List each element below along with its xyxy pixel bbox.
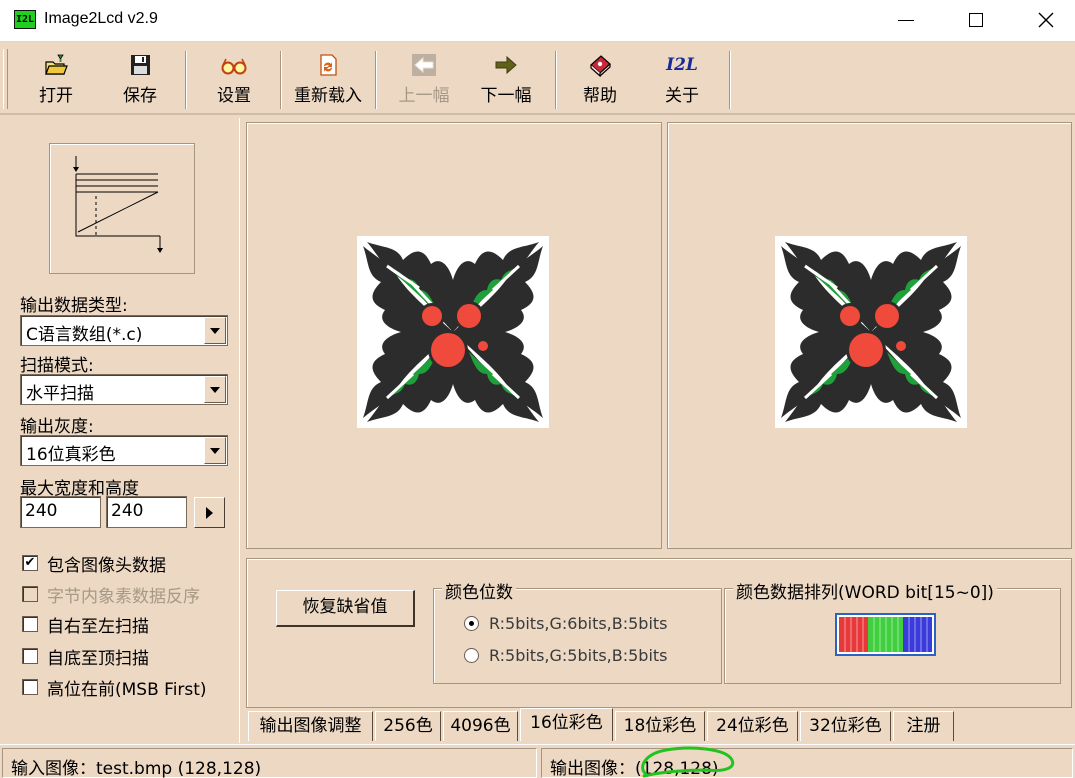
app-logo-icon: I2L — [14, 10, 36, 29]
scan-mode-label: 扫描模式: — [20, 356, 94, 376]
previous-image-label: 上一幅 — [398, 86, 450, 106]
output-type-select[interactable]: C语言数组(*.c) — [20, 315, 228, 346]
previous-image-button[interactable]: 上一幅 — [386, 49, 462, 109]
reload-label: 重新载入 — [294, 86, 362, 106]
window-title: Image2Lcd v2.9 — [44, 10, 158, 27]
toolbar: 打开 保存 设置 重新载入 上一幅 下一幅 帮助 I2L 关于 — [0, 43, 1075, 115]
reverse-pixel-order-label: 字节内象素数据反序 — [47, 586, 200, 607]
output-gray-value: 16位真彩色 — [26, 445, 116, 465]
help-button[interactable]: 帮助 — [564, 49, 636, 109]
input-image-holly — [357, 236, 549, 428]
color-bits-group: 颜色位数 — [433, 578, 722, 684]
save-label: 保存 — [123, 86, 157, 106]
restore-defaults-button[interactable]: 恢复缺省值 — [276, 590, 415, 627]
output-image-status: 输出图像：(128,128) — [541, 748, 1073, 778]
tab-register[interactable]: 注册 — [893, 711, 954, 741]
i2l-logo-icon: I2L — [666, 55, 698, 75]
checkbox-icon[interactable] — [22, 586, 38, 602]
arrow-right-icon — [495, 55, 517, 75]
toolbar-separator — [375, 51, 377, 109]
reverse-pixel-order-checkbox[interactable]: 字节内象素数据反序 — [22, 582, 200, 607]
output-type-value: C语言数组(*.c) — [26, 325, 143, 345]
next-image-button[interactable]: 下一幅 — [468, 49, 544, 109]
checkbox-icon[interactable] — [22, 648, 38, 664]
next-image-label: 下一幅 — [480, 86, 532, 106]
scan-direction-diagram-icon — [73, 156, 163, 253]
settings-button[interactable]: 设置 — [198, 49, 270, 109]
radio-icon[interactable] — [464, 648, 479, 663]
reload-icon — [320, 54, 337, 76]
about-label: 关于 — [665, 86, 699, 106]
settings-label: 设置 — [217, 86, 251, 106]
include-header-checkbox[interactable]: ✔ 包含图像头数据 — [22, 551, 166, 576]
rgb565-bit-layout-icon — [839, 617, 932, 652]
input-image-status: 输入图像：test.bmp (128,128) — [2, 748, 537, 778]
toolbar-separator — [729, 51, 731, 109]
arrow-left-icon — [412, 54, 436, 76]
scan-direction-preview — [49, 143, 195, 274]
output-type-label: 输出数据类型: — [20, 296, 128, 316]
scan-mode-value: 水平扫描 — [26, 384, 94, 404]
scan-bottom-to-top-label: 自底至顶扫描 — [47, 648, 149, 669]
color-bits-555-radio[interactable]: R:5bits,G:5bits,B:5bits — [464, 646, 668, 665]
play-arrow-icon — [206, 506, 213, 519]
checkbox-checked-icon[interactable]: ✔ — [22, 555, 38, 571]
close-icon — [1038, 12, 1054, 28]
color-bit-order-bar[interactable] — [835, 613, 936, 656]
toolbar-separator — [185, 51, 187, 109]
msb-first-label: 高位在前(MSB First) — [47, 679, 207, 700]
glasses-icon — [221, 58, 247, 75]
tab-32bit-color[interactable]: 32位彩色 — [800, 711, 891, 741]
open-button[interactable]: 打开 — [20, 49, 92, 109]
tab-24bit-color[interactable]: 24位彩色 — [707, 711, 798, 741]
title-bar: I2L Image2Lcd v2.9 — [0, 0, 1075, 42]
color-order-title: 颜色数据排列(WORD bit[15~0]) — [733, 578, 997, 603]
close-button[interactable] — [1011, 0, 1075, 40]
scan-mode-select[interactable]: 水平扫描 — [20, 374, 228, 405]
msb-first-checkbox[interactable]: 高位在前(MSB First) — [22, 675, 207, 700]
open-folder-icon — [45, 54, 68, 75]
dropdown-arrow-icon[interactable] — [204, 437, 226, 464]
color-bits-555-label: R:5bits,G:5bits,B:5bits — [489, 646, 668, 665]
open-label: 打开 — [39, 86, 73, 106]
include-header-label: 包含图像头数据 — [47, 555, 166, 576]
scan-right-to-left-checkbox[interactable]: 自右至左扫描 — [22, 612, 149, 637]
tab-18bit-color[interactable]: 18位彩色 — [615, 711, 705, 741]
checkbox-icon[interactable] — [22, 616, 38, 632]
floppy-disk-icon — [131, 55, 150, 75]
toolbar-grip — [3, 49, 8, 109]
scan-right-to-left-label: 自右至左扫描 — [47, 616, 149, 637]
maximize-button[interactable] — [941, 0, 1011, 40]
color-bits-title: 颜色位数 — [442, 578, 516, 603]
color-bits-565-radio[interactable]: R:5bits,G:6bits,B:5bits — [464, 614, 668, 633]
about-button[interactable]: I2L 关于 — [646, 49, 718, 109]
tab-output-adjust[interactable]: 输出图像调整 — [248, 711, 373, 741]
scan-bottom-to-top-checkbox[interactable]: 自底至顶扫描 — [22, 644, 149, 669]
dropdown-arrow-icon[interactable] — [204, 376, 226, 403]
max-height-input[interactable]: 240 — [106, 496, 187, 528]
max-width-input[interactable]: 240 — [20, 496, 101, 528]
minimize-icon — [898, 19, 914, 21]
output-gray-label: 输出灰度: — [20, 417, 94, 437]
radio-selected-icon[interactable] — [464, 616, 479, 631]
maximize-icon — [969, 13, 983, 27]
save-button[interactable]: 保存 — [104, 49, 176, 109]
apply-size-button[interactable] — [194, 497, 225, 528]
toolbar-separator — [280, 51, 282, 109]
checkbox-icon[interactable] — [22, 679, 38, 695]
tab-4096-color[interactable]: 4096色 — [443, 711, 518, 741]
color-bits-565-label: R:5bits,G:6bits,B:5bits — [489, 614, 668, 633]
help-label: 帮助 — [583, 86, 617, 106]
reload-button[interactable]: 重新载入 — [288, 49, 368, 109]
dropdown-arrow-icon[interactable] — [204, 317, 226, 344]
minimize-button[interactable] — [871, 0, 941, 40]
help-book-icon — [590, 55, 611, 77]
output-gray-select[interactable]: 16位真彩色 — [20, 435, 228, 466]
toolbar-separator — [555, 51, 557, 109]
status-bar: 输入图像：test.bmp (128,128) 输出图像：(128,128) — [0, 744, 1075, 778]
tab-16bit-color[interactable]: 16位彩色 — [520, 708, 613, 741]
output-image-holly — [775, 236, 967, 428]
tab-256-color[interactable]: 256色 — [375, 711, 441, 741]
